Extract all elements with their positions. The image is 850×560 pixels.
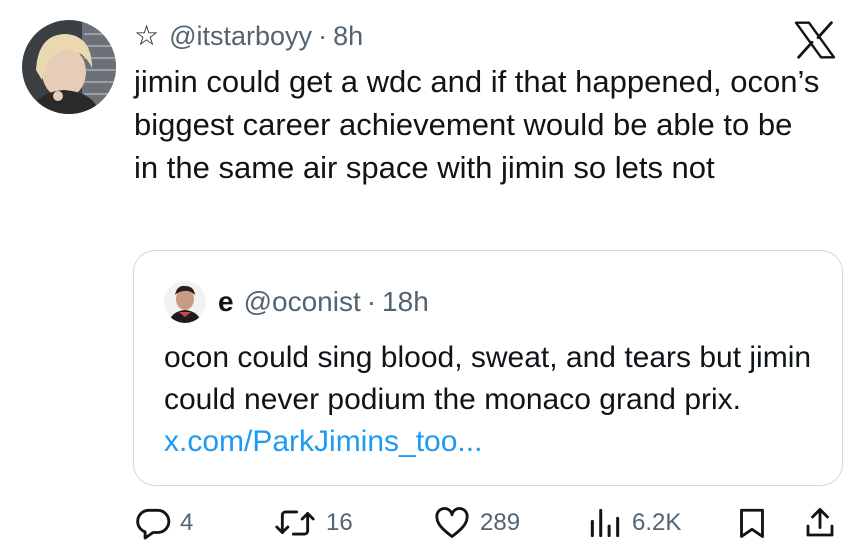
- bookmark-icon: [740, 508, 764, 538]
- quoted-text-body: ocon could sing blood, sweat, and tears …: [164, 341, 812, 416]
- quoted-display-name[interactable]: e: [218, 286, 234, 318]
- action-bar: 4 16 289 6.2K: [134, 502, 844, 544]
- x-logo-icon: [794, 21, 836, 59]
- share-icon: [806, 508, 834, 537]
- views-count: 6.2K: [632, 509, 682, 536]
- bookmark-button[interactable]: [734, 502, 770, 544]
- reply-icon: [136, 508, 171, 540]
- tweet-time[interactable]: 8h: [333, 21, 363, 52]
- quoted-avatar-photo: [164, 281, 206, 323]
- quoted-handle[interactable]: @oconist: [244, 286, 361, 318]
- quoted-author-avatar[interactable]: [164, 281, 206, 323]
- retweet-icon: [275, 510, 315, 536]
- tweet-header: ☆ @itstarboyy · 8h: [134, 16, 363, 56]
- retweet-button[interactable]: 16: [272, 502, 353, 544]
- like-count: 289: [480, 509, 521, 536]
- reply-button[interactable]: 4: [134, 502, 193, 544]
- share-button[interactable]: [802, 502, 838, 544]
- quoted-tweet-text: ocon could sing blood, sweat, and tears …: [164, 337, 824, 463]
- author-handle[interactable]: @itstarboyy: [169, 21, 312, 52]
- quoted-time[interactable]: 18h: [382, 286, 429, 318]
- quoted-tweet-header: e @oconist · 18h: [164, 281, 429, 323]
- quoted-link[interactable]: x.com/ParkJimins_too...: [164, 425, 482, 458]
- reply-count: 4: [180, 509, 194, 536]
- retweet-count: 16: [326, 509, 353, 536]
- quoted-separator: ·: [366, 286, 377, 317]
- author-avatar[interactable]: [22, 20, 116, 114]
- views-button[interactable]: 6.2K: [586, 502, 681, 544]
- heart-icon: [435, 507, 469, 538]
- views-chart-icon: [590, 508, 620, 538]
- avatar-photo: [22, 20, 116, 114]
- like-button[interactable]: 289: [432, 502, 520, 544]
- tweet-text: jimin could get a wdc and if that happen…: [134, 64, 820, 185]
- star-outline-icon[interactable]: ☆: [134, 22, 159, 50]
- quoted-tweet[interactable]: e @oconist · 18h ocon could sing blood, …: [133, 250, 843, 486]
- header-separator: ·: [318, 20, 328, 51]
